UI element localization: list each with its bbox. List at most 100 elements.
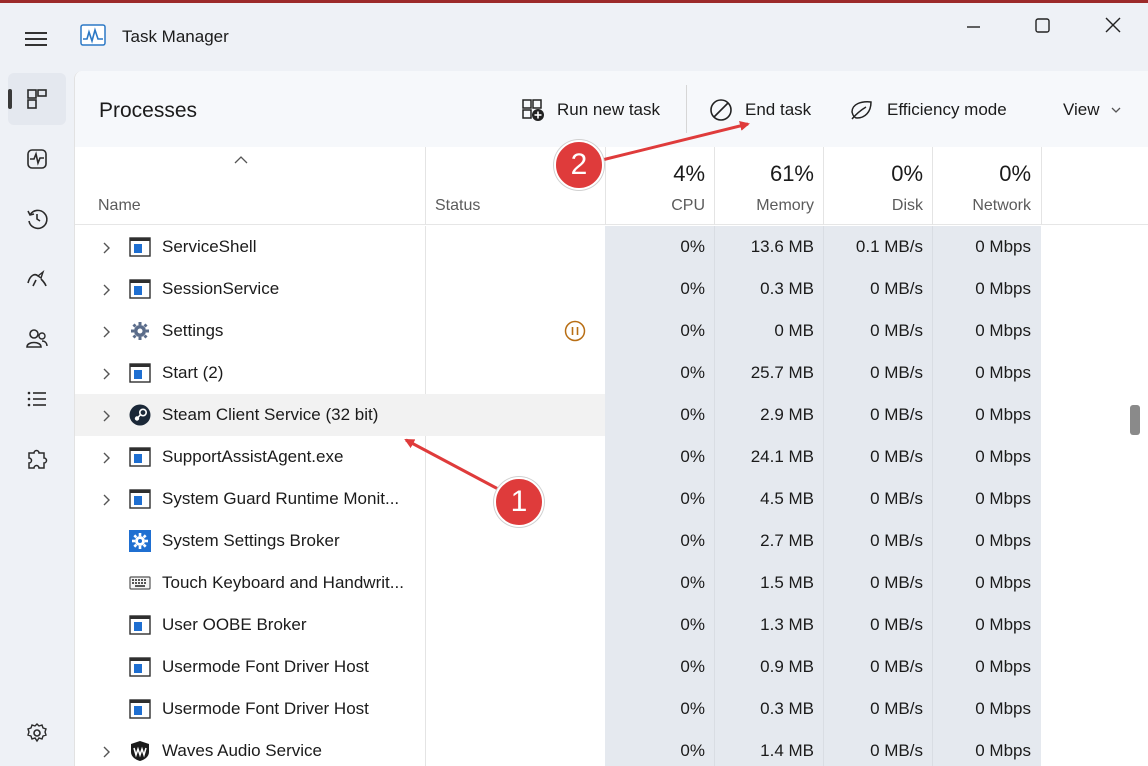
nav-services[interactable]: [8, 433, 66, 485]
close-button[interactable]: [1094, 11, 1134, 41]
disk-value: 0 MB/s: [870, 699, 923, 718]
column-status[interactable]: Status: [435, 197, 480, 215]
disk-value: 0 MB/s: [870, 279, 923, 298]
maximize-button[interactable]: [1022, 11, 1062, 41]
process-row[interactable]: Settings 0% 0 MB 0 MB/s 0 Mbps: [75, 310, 1041, 352]
column-memory[interactable]: Memory: [715, 197, 814, 215]
memory-value: 0.9 MB: [760, 657, 814, 676]
efficiency-mode-button[interactable]: Efficiency mode: [849, 95, 1007, 125]
window-app-icon: [129, 488, 151, 510]
process-name: Steam Client Service (32 bit): [162, 405, 379, 424]
memory-value: 2.9 MB: [760, 405, 814, 424]
nav-startup-apps[interactable]: [8, 253, 66, 305]
efficiency-mode-label: Efficiency mode: [887, 100, 1007, 119]
memory-value: 1.4 MB: [760, 741, 814, 760]
process-name-cell[interactable]: [75, 226, 605, 268]
column-cpu[interactable]: CPU: [605, 197, 705, 215]
network-value: 0 Mbps: [975, 279, 1031, 298]
process-row[interactable]: Start (2) 0% 25.7 MB 0 MB/s 0 Mbps: [75, 352, 1041, 394]
view-dropdown[interactable]: View: [1063, 95, 1122, 125]
nav-app-history[interactable]: [8, 193, 66, 245]
memory-value: 25.7 MB: [750, 363, 814, 382]
disk-value: 0 MB/s: [870, 531, 923, 550]
memory-value: 4.5 MB: [760, 489, 814, 508]
chevron-down-icon: [1111, 107, 1121, 113]
network-value: 0 Mbps: [975, 573, 1031, 592]
history-icon: [27, 209, 48, 230]
process-row[interactable]: Waves Audio Service 0% 1.4 MB 0 MB/s 0 Mbps: [75, 730, 1041, 766]
expand-chevron-icon[interactable]: [101, 241, 111, 259]
process-name-cell[interactable]: [75, 310, 605, 352]
cpu-value: 0%: [680, 237, 705, 256]
column-divider: [425, 147, 426, 225]
expand-chevron-icon[interactable]: [101, 367, 111, 385]
process-row[interactable]: Touch Keyboard and Handwrit... 0% 1.5 MB 0 …: [75, 562, 1041, 604]
sort-ascending-icon[interactable]: [233, 155, 249, 165]
process-row[interactable]: User OOBE Broker 0% 1.3 MB 0 MB/s 0 Mbps: [75, 604, 1041, 646]
network-total: 0%: [999, 161, 1031, 186]
services-puzzle-icon: [28, 449, 48, 469]
memory-value: 2.7 MB: [760, 531, 814, 550]
page-title: Processes: [99, 99, 198, 122]
expand-chevron-icon[interactable]: [101, 325, 111, 343]
hamburger-menu-icon[interactable]: [20, 23, 52, 55]
process-name: SessionService: [162, 279, 280, 298]
process-row[interactable]: System Settings Broker 0% 2.7 MB 0 MB/s 0 Mb…: [75, 520, 1041, 562]
memory-value: 0.3 MB: [760, 279, 814, 298]
cpu-value: 0%: [680, 699, 705, 718]
expand-chevron-icon[interactable]: [101, 283, 111, 301]
task-manager-window: Task Manager Processes Run new task End …: [0, 0, 1148, 766]
process-row[interactable]: System Guard Runtime Monit... 0% 4.5 MB 0 M…: [75, 478, 1041, 520]
run-new-task-icon: [522, 99, 544, 121]
toolbar-separator: [686, 85, 687, 133]
end-task-button[interactable]: End task: [709, 95, 811, 125]
process-row[interactable]: SupportAssistAgent.exe 0% 24.1 MB 0 MB/s 0 M…: [75, 436, 1041, 478]
process-name: SupportAssistAgent.exe: [162, 447, 344, 466]
task-manager-app-icon: [80, 24, 106, 46]
keyboard-icon: [129, 572, 151, 594]
expand-chevron-icon[interactable]: [101, 451, 111, 469]
network-value: 0 Mbps: [975, 657, 1031, 676]
process-row[interactable]: Usermode Font Driver Host 0% 0.9 MB 0 MB/s 0…: [75, 646, 1041, 688]
process-name-cell[interactable]: [75, 352, 605, 394]
disk-value: 0 MB/s: [870, 489, 923, 508]
nav-users[interactable]: [8, 313, 66, 365]
run-new-task-label: Run new task: [557, 100, 660, 119]
nav-processes[interactable]: [8, 73, 66, 125]
process-row[interactable]: SessionService 0% 0.3 MB 0 MB/s 0 Mbps: [75, 268, 1041, 310]
process-name-cell[interactable]: [75, 730, 605, 766]
expand-chevron-icon[interactable]: [101, 745, 111, 763]
process-name-cell[interactable]: [75, 604, 605, 646]
column-disk[interactable]: Disk: [824, 197, 923, 215]
run-new-task-button[interactable]: Run new task: [521, 95, 660, 125]
cpu-value: 0%: [680, 363, 705, 382]
nav-settings[interactable]: [8, 707, 66, 759]
column-name[interactable]: Name: [98, 197, 141, 215]
process-row[interactable]: ServiceShell 0% 13.6 MB 0.1 MB/s 0 Mbps: [75, 226, 1041, 268]
process-name: Settings: [162, 321, 224, 340]
process-name-cell[interactable]: [75, 268, 605, 310]
memory-value: 1.3 MB: [760, 615, 814, 634]
window-app-icon: [129, 278, 151, 300]
column-network[interactable]: Network: [933, 197, 1031, 215]
network-value: 0 Mbps: [975, 741, 1031, 760]
expand-chevron-icon[interactable]: [101, 493, 111, 511]
disk-value: 0 MB/s: [870, 405, 923, 424]
end-task-label: End task: [745, 100, 812, 119]
cpu-value: 0%: [680, 489, 705, 508]
minimize-button[interactable]: [960, 11, 1000, 41]
process-row[interactable]: Steam Client Service (32 bit) 0% 2.9 MB 0 M…: [75, 394, 1041, 436]
process-name-cell[interactable]: [75, 520, 605, 562]
expand-chevron-icon[interactable]: [101, 409, 111, 427]
memory-value: 1.5 MB: [760, 573, 814, 592]
nav-performance[interactable]: [8, 133, 66, 185]
processes-icon: [27, 89, 47, 109]
disk-value: 0 MB/s: [870, 657, 923, 676]
process-name: Start (2): [162, 363, 224, 382]
cpu-total: 4%: [673, 161, 705, 186]
process-name: Usermode Font Driver Host: [162, 657, 369, 676]
nav-details[interactable]: [8, 373, 66, 425]
scrollbar-thumb[interactable]: [1130, 405, 1140, 435]
network-value: 0 Mbps: [975, 405, 1031, 424]
process-row[interactable]: Usermode Font Driver Host 0% 0.3 MB 0 MB/s 0…: [75, 688, 1041, 730]
